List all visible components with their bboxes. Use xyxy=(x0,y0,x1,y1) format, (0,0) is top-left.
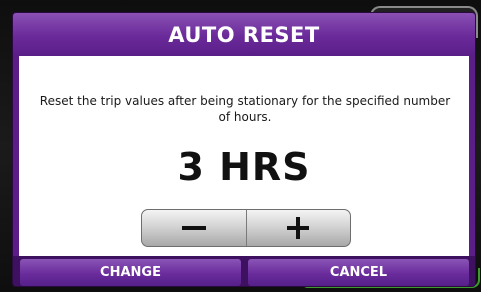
minus-icon xyxy=(181,226,206,230)
plus-icon xyxy=(287,217,310,239)
dialog-button-row: CHANGE CANCEL xyxy=(13,256,475,286)
cancel-button-label: CANCEL xyxy=(329,265,388,280)
hours-value: 3 HRS xyxy=(177,145,311,189)
dialog-title-bar: AUTO RESET xyxy=(13,13,475,56)
increase-button[interactable] xyxy=(247,210,351,246)
dialog-title: AUTO RESET xyxy=(168,22,320,47)
dialog-description: Reset the trip values after being statio… xyxy=(39,94,451,124)
change-button[interactable]: CHANGE xyxy=(20,259,241,286)
hours-stepper xyxy=(141,209,351,247)
dialog-content: Reset the trip values after being statio… xyxy=(19,56,469,256)
decrease-button[interactable] xyxy=(142,210,246,246)
change-button-label: CHANGE xyxy=(100,265,161,280)
auto-reset-dialog: AUTO RESET Reset the trip values after b… xyxy=(13,13,475,286)
cancel-button[interactable]: CANCEL xyxy=(248,259,469,286)
